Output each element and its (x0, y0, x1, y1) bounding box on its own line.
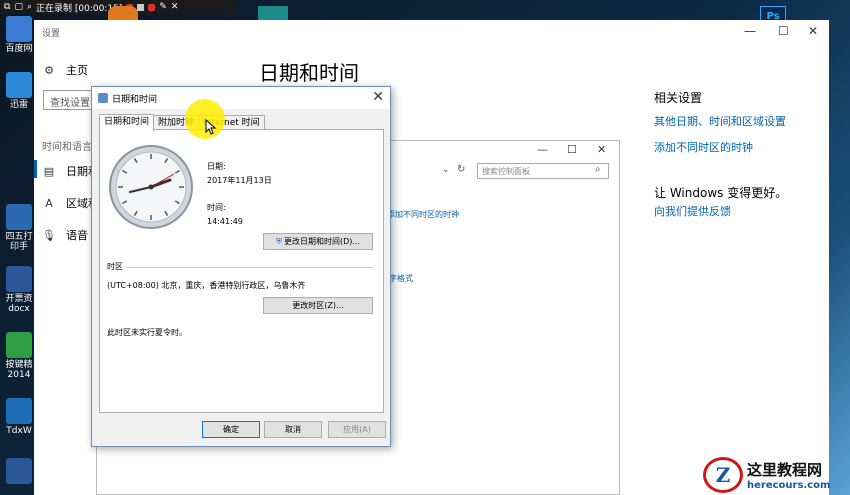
timezone-heading: 时区 (107, 262, 123, 271)
refresh-icon[interactable]: ↻ (457, 164, 465, 175)
app-icon-orange[interactable] (108, 6, 138, 20)
anjian-icon (6, 332, 32, 358)
page-title: 日期和时间 (259, 61, 359, 85)
control-panel-search-input[interactable]: 搜索控制面板 (477, 163, 609, 179)
timezone-divider (126, 267, 373, 268)
desktop-icon-print[interactable]: 四五打印手 (4, 204, 34, 252)
dst-note: 此时区未实行夏令时。 (107, 328, 187, 337)
pen-icon[interactable]: ✎ (159, 2, 167, 12)
maximize-icon[interactable]: ☐ (567, 143, 577, 156)
tab-datetime[interactable]: 日期和时间 (99, 114, 155, 131)
shield-icon: ⛨ (275, 236, 282, 246)
cp-link-add-clocks[interactable]: 添加不同时区的时钟 (387, 209, 459, 220)
date-value: 2017年11月13日 (207, 176, 272, 185)
apply-button[interactable]: 应用(A) (328, 421, 386, 438)
cancel-button[interactable]: 取消 (264, 421, 322, 438)
dialog-title: 日期和时间 (112, 94, 158, 105)
cp-link-format[interactable]: 字格式 (389, 273, 413, 284)
analog-clock-icon (109, 145, 193, 229)
search-icon: ⌕ (595, 164, 601, 175)
tdxw-icon (6, 398, 32, 424)
zoom-icon[interactable]: ⌕ (27, 2, 32, 12)
calendar-icon: ▤ (43, 164, 55, 178)
close-icon[interactable]: ✕ (597, 143, 606, 156)
region-icon: A (45, 196, 53, 210)
chevron-down-icon[interactable]: ⌄ (442, 165, 450, 175)
microphone-icon: 🎙 (42, 228, 56, 242)
nav-item-speech[interactable]: 🎙 语音 (42, 227, 88, 243)
desktop-icon-xunlei[interactable]: 迅雷 (4, 72, 34, 110)
desktop-icon-anjian[interactable]: 按键精2014 (4, 332, 34, 380)
nav-section-label: 时间和语言 (42, 142, 92, 153)
link-feedback[interactable]: 向我们提供反馈 (654, 203, 731, 219)
link-other-datetime-region[interactable]: 其他日期、时间和区域设置 (654, 113, 786, 129)
gear-icon: ⚙ (44, 63, 54, 77)
nav-home[interactable]: ⚙ 主页 (42, 62, 88, 78)
nav-active-indicator (34, 160, 37, 178)
watermark-logo: Z 这里教程网 herecours.com (703, 454, 850, 495)
time-value: 14:41:49 (207, 217, 243, 226)
dialog-titlebar: 日期和时间 (92, 87, 390, 109)
fullscreen-icon[interactable]: ▢ (14, 2, 23, 12)
desktop-icons: 百度网 迅雷 四五打印手 开票资docx 按键精2014 TdxW (0, 14, 36, 495)
desktop-icon-docx[interactable]: 开票资docx (4, 266, 34, 314)
xunlei-icon (6, 72, 32, 98)
timezone-value: (UTC+08:00) 北京，重庆，香港特别行政区，乌鲁木齐 (107, 281, 306, 290)
close-icon[interactable]: ✕ (372, 89, 384, 105)
minimize-icon[interactable]: — (744, 24, 756, 38)
datetime-dialog: 日期和时间 ✕ 日期和时间 附加时钟 Internet 时间 日期: 2017年… (91, 86, 391, 447)
link-add-clocks[interactable]: 添加不同时区的时钟 (654, 139, 753, 155)
baidu-icon (6, 16, 32, 42)
improve-heading: 让 Windows 变得更好。 (654, 186, 788, 200)
word-icon (6, 266, 32, 292)
close-icon[interactable]: ✕ (808, 24, 818, 38)
date-label: 日期: (207, 162, 226, 171)
mouse-cursor-icon (205, 119, 217, 135)
desktop-icon-tdxw[interactable]: TdxW (4, 398, 34, 436)
tab-panel: 日期: 2017年11月13日 时间: 14:41:49 ⛨ 更改日期和时间(D… (99, 129, 384, 413)
change-datetime-button[interactable]: ⛨ 更改日期和时间(D)... (263, 233, 373, 250)
change-timezone-button[interactable]: 更改时区(Z)... (263, 297, 373, 314)
related-settings-heading: 相关设置 (654, 91, 703, 105)
close-icon[interactable]: ✕ (171, 2, 179, 12)
desktop-icon-baidu[interactable]: 百度网 (4, 16, 34, 54)
word-doc-icon (6, 458, 32, 484)
restore-icon[interactable]: ⧉ (4, 2, 10, 12)
desktop-icon-word[interactable] (4, 458, 34, 486)
settings-window-title: 设置 (42, 28, 61, 39)
dialog-tabs: 日期和时间 附加时钟 Internet 时间 (99, 114, 265, 131)
record-icon[interactable] (148, 3, 156, 11)
stop-icon[interactable] (137, 3, 145, 11)
datetime-icon (98, 93, 108, 103)
print-app-icon (6, 204, 32, 230)
maximize-icon[interactable]: ☐ (778, 24, 789, 38)
ok-button[interactable]: 确定 (202, 421, 260, 438)
settings-titlebar: 设置 (34, 20, 829, 44)
time-label: 时间: (207, 203, 226, 212)
watermark-z-icon: Z (703, 456, 743, 493)
minimize-icon[interactable]: — (537, 143, 548, 156)
